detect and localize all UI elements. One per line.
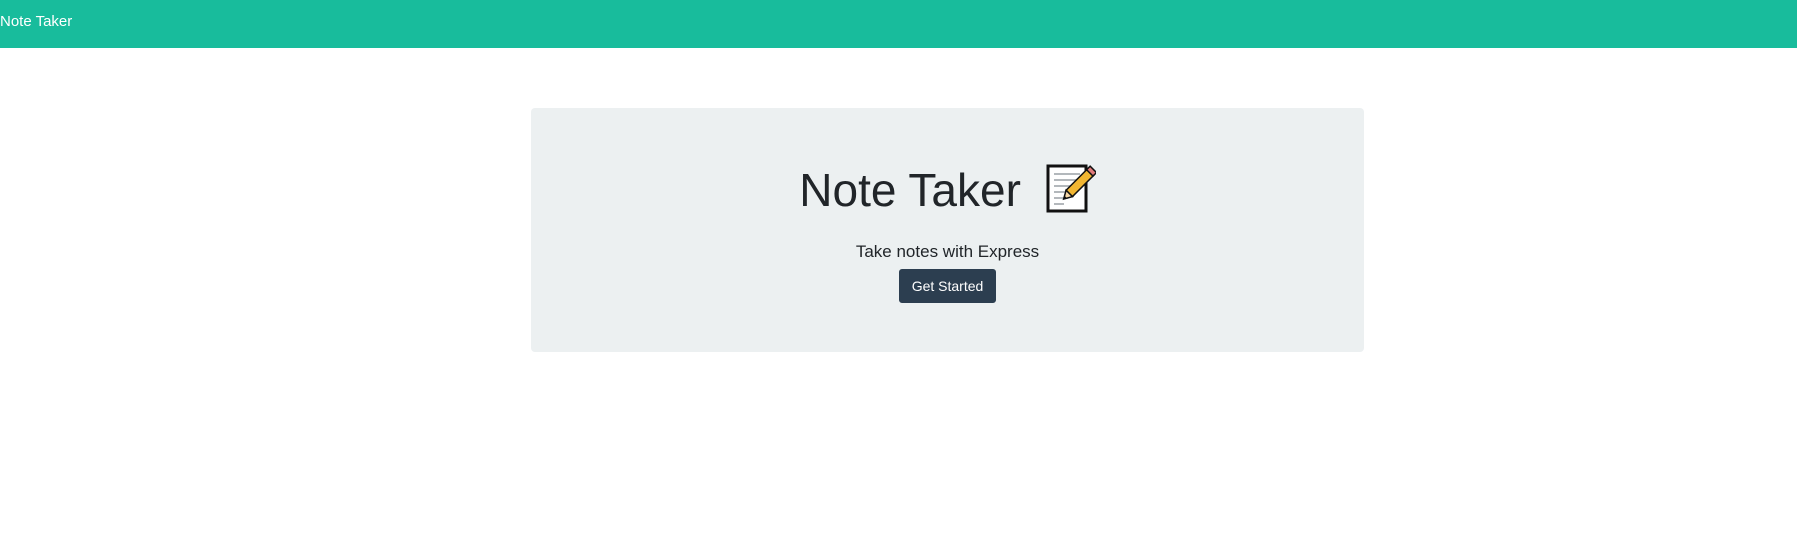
navbar-brand-link[interactable]: Note Taker — [0, 12, 72, 32]
hero-jumbotron: Note Taker Take notes with Express Get S… — [531, 108, 1364, 352]
page-title-text: Note Taker — [799, 163, 1021, 216]
navbar: Note Taker — [0, 0, 1797, 48]
page-title: Note Taker — [531, 156, 1364, 216]
memo-icon — [1046, 162, 1098, 214]
lead-text: Take notes with Express — [855, 242, 1040, 261]
get-started-button[interactable]: Get Started — [899, 269, 996, 303]
